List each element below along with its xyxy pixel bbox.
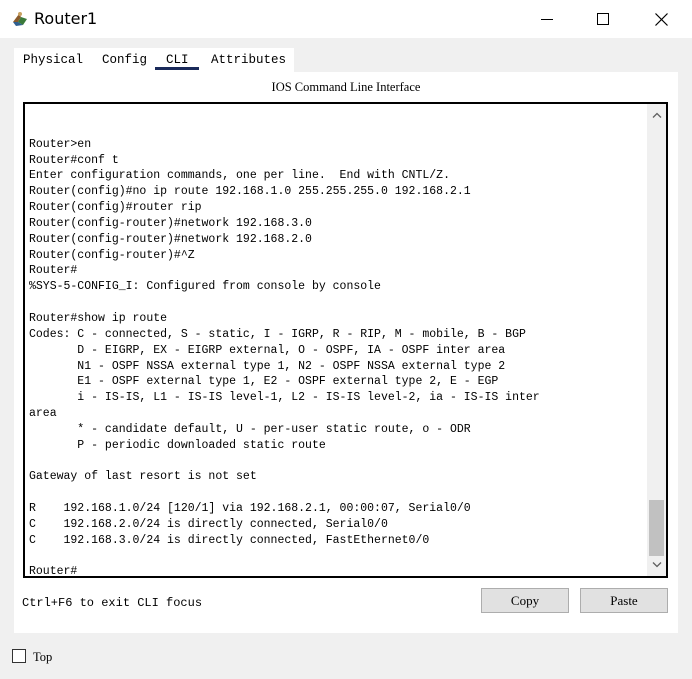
tab-attributes[interactable]: Attributes	[211, 53, 286, 67]
router-app-icon	[13, 12, 27, 26]
cli-panel: IOS Command Line Interface Router>en Rou…	[14, 72, 678, 633]
copy-button[interactable]: Copy	[481, 588, 569, 613]
panel-title: IOS Command Line Interface	[271, 80, 421, 94]
scroll-up-button[interactable]	[647, 104, 666, 126]
maximize-button[interactable]	[580, 0, 626, 38]
scroll-down-button[interactable]	[647, 554, 666, 576]
tab-bar: Physical Config CLI Attributes	[14, 48, 294, 72]
minimize-icon	[541, 19, 553, 20]
active-tab-indicator	[155, 67, 199, 70]
tab-physical[interactable]: Physical	[23, 53, 83, 67]
window-title: Router1	[34, 9, 98, 28]
chevron-up-icon	[652, 112, 661, 118]
vertical-scrollbar[interactable]	[647, 104, 666, 576]
chevron-down-icon	[652, 562, 661, 568]
top-checkbox[interactable]	[12, 649, 26, 663]
tab-config[interactable]: Config	[102, 53, 147, 67]
close-button[interactable]	[638, 0, 684, 38]
terminal-output[interactable]: Router>en Router#conf t Enter configurat…	[29, 105, 540, 576]
paste-button[interactable]: Paste	[580, 588, 668, 613]
scroll-thumb[interactable]	[649, 500, 664, 556]
close-icon	[654, 12, 668, 26]
cli-focus-hint: Ctrl+F6 to exit CLI focus	[22, 596, 203, 610]
cli-terminal[interactable]: Router>en Router#conf t Enter configurat…	[23, 102, 668, 578]
maximize-icon	[597, 13, 609, 25]
tab-cli[interactable]: CLI	[166, 53, 189, 67]
title-bar: Router1	[0, 0, 692, 38]
top-checkbox-label: Top	[33, 650, 53, 664]
minimize-button[interactable]	[524, 0, 570, 38]
